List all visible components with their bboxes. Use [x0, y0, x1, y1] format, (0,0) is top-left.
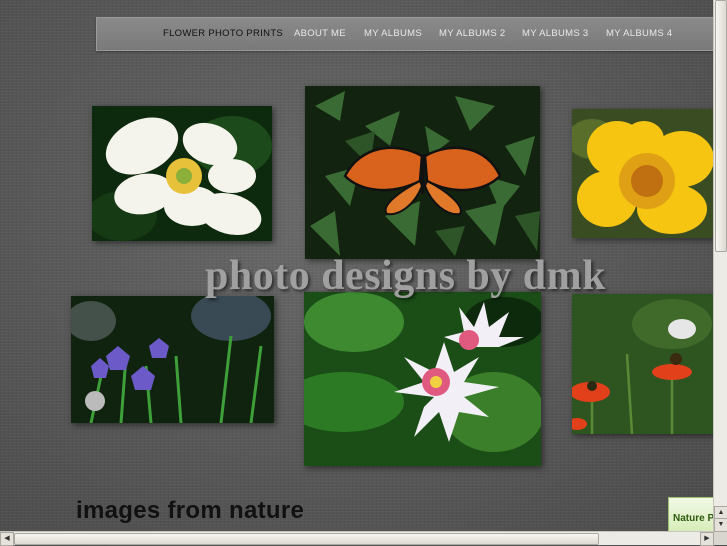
scroll-right-arrow-icon[interactable]: ▶ [700, 532, 714, 546]
scroll-down-arrow-icon[interactable]: ▼ [714, 518, 727, 532]
nav-about-me[interactable]: ABOUT ME [294, 28, 346, 39]
horizontal-scroll-thumb[interactable] [14, 533, 599, 545]
nav-my-albums-2[interactable]: MY ALBUMS 2 [439, 28, 505, 39]
scrollbar-corner [714, 532, 727, 545]
nav-flower-photo-prints[interactable]: FLOWER PHOTO PRINTS [163, 28, 283, 39]
nav-my-albums[interactable]: MY ALBUMS [364, 28, 422, 39]
blue-bellflowers-photo[interactable] [71, 296, 274, 423]
nav-my-albums-4[interactable]: MY ALBUMS 4 [606, 28, 672, 39]
site-title: photo designs by dmk [205, 253, 606, 299]
tagline: images from nature [76, 497, 305, 524]
nav-my-albums-3[interactable]: MY ALBUMS 3 [522, 28, 588, 39]
water-lilies-photo[interactable] [304, 292, 541, 466]
vertical-scroll-thumb[interactable] [715, 0, 727, 252]
top-navigation: FLOWER PHOTO PRINTS ABOUT ME MY ALBUMS M… [96, 17, 716, 51]
white-flower-photo[interactable] [92, 106, 272, 241]
yellow-marigold-photo[interactable] [572, 109, 714, 238]
widget-label: Nature P [673, 513, 715, 524]
orange-flowers-bee-photo[interactable] [572, 294, 714, 434]
vertical-scrollbar[interactable]: ▲ ▼ [713, 0, 727, 532]
horizontal-scrollbar[interactable]: ◀ ▶ [0, 531, 714, 546]
scroll-left-arrow-icon[interactable]: ◀ [0, 532, 14, 546]
monarch-butterfly-photo[interactable] [305, 86, 540, 259]
